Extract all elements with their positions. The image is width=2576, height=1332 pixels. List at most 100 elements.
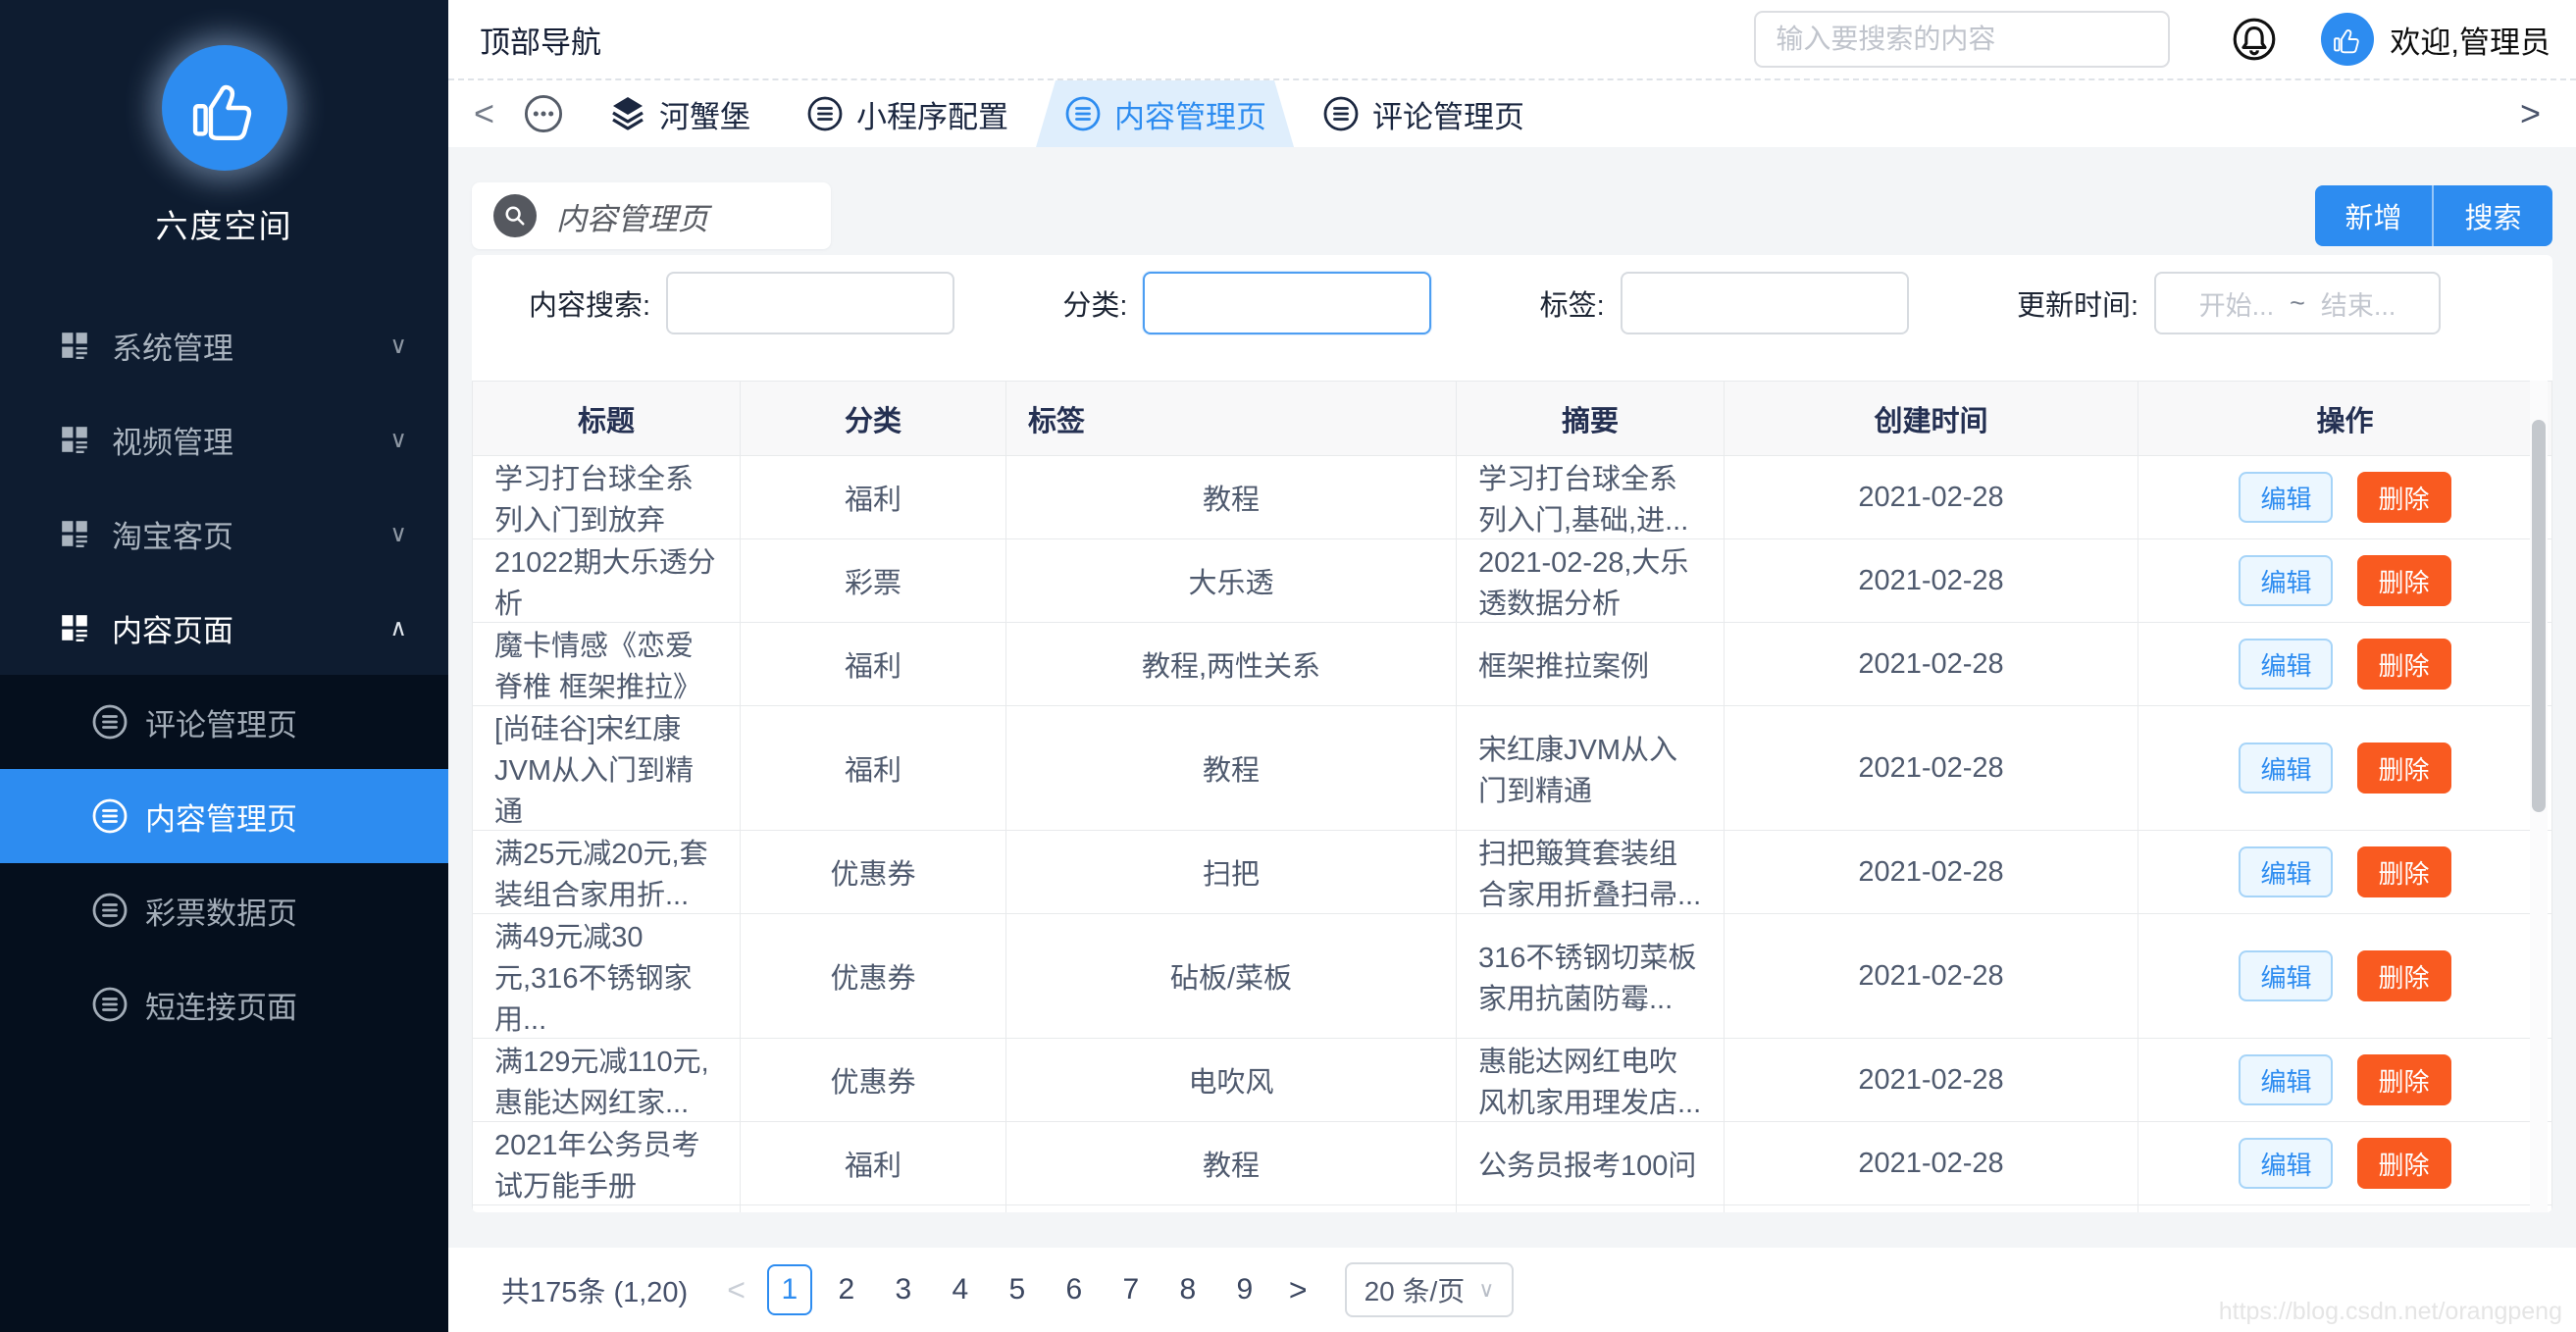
page-title: 内容管理页 xyxy=(556,194,708,238)
cell-created: 2021-02-28 xyxy=(1725,623,2138,706)
user-avatar[interactable] xyxy=(2321,13,2374,66)
cell-summary: 学习打台球全系列入门,基础,进... xyxy=(1457,456,1725,539)
tabs-more-icon[interactable] xyxy=(522,92,565,135)
cell-actions: 编辑 删除 xyxy=(2138,1122,2552,1205)
delete-button[interactable]: 删除 xyxy=(2357,1138,2451,1189)
table-row: 满129元减110元,惠能达网红家... 优惠券 电吹风 惠能达网红电吹风机家用… xyxy=(473,1039,2552,1122)
sidebar-menu-item[interactable]: 视频管理 ∨ ∧ xyxy=(0,392,448,487)
date-range-input[interactable]: 开始... ~ 结束... xyxy=(2154,272,2441,334)
chevron-down-icon: ∨ xyxy=(1478,1277,1494,1303)
circled-list-icon xyxy=(805,94,845,133)
page-number[interactable]: 6 xyxy=(1052,1264,1097,1315)
tabs: 河蟹堡 小程序配置 内容管理页 xyxy=(581,80,1552,147)
edit-button[interactable]: 编辑 xyxy=(2239,1054,2333,1105)
search-button[interactable]: 搜索 xyxy=(2434,185,2552,246)
edit-button[interactable]: 编辑 xyxy=(2239,1138,2333,1189)
cell-tag: 教程 xyxy=(1006,1205,1457,1213)
cell-title: 满49元减30元,316不锈钢家用... xyxy=(473,914,741,1039)
tabs-scroll-left[interactable]: < xyxy=(462,96,506,131)
page-number[interactable]: 5 xyxy=(995,1264,1040,1315)
delete-button[interactable]: 删除 xyxy=(2357,950,2451,1001)
page-number[interactable]: 1 xyxy=(767,1264,812,1315)
table-row: 魔卡情感《恋爱脊椎 框架推拉》 福利 教程,两性关系 框架推拉案例 2021-0… xyxy=(473,623,2552,706)
tab-label: 评论管理页 xyxy=(1372,92,1524,136)
sidebar-menu-item[interactable]: 系统管理 ∨ ∧ xyxy=(0,298,448,392)
table-row: 满25元减20元,套装组合家用折... 优惠券 扫把 扫把簸箕套装组合家用折叠扫… xyxy=(473,831,2552,914)
cell-summary: 课程针对和谐方向人工智能、we... xyxy=(1457,1205,1725,1213)
content-search-input[interactable] xyxy=(666,272,954,334)
filter-row: 内容搜索: 分类: 标签: 更新时间: 开始... xyxy=(472,271,2552,335)
tab[interactable]: 河蟹堡 xyxy=(581,80,778,147)
add-button[interactable]: 新增 xyxy=(2315,185,2434,246)
global-search-input[interactable] xyxy=(1754,11,2170,68)
tab[interactable]: 小程序配置 xyxy=(778,80,1036,147)
page-title-panel: 内容管理页 xyxy=(472,182,831,249)
category-label: 分类: xyxy=(1062,282,1127,324)
sidebar-menu-item[interactable]: 淘宝客页 ∨ ∧ xyxy=(0,487,448,581)
edit-button[interactable]: 编辑 xyxy=(2239,472,2333,523)
sidebar-menu-item[interactable]: 内容页面 ∨ ∧ xyxy=(0,581,448,675)
edit-button[interactable]: 编辑 xyxy=(2239,846,2333,897)
cell-created: 2021-02-28 xyxy=(1725,539,2138,623)
page-number[interactable]: 2 xyxy=(824,1264,869,1315)
delete-button[interactable]: 删除 xyxy=(2357,743,2451,794)
pagination-prev[interactable]: < xyxy=(711,1272,761,1308)
category-input[interactable] xyxy=(1143,272,1431,334)
page-size-select[interactable]: 20 条/页 ∨ xyxy=(1345,1262,1515,1317)
delete-button[interactable]: 删除 xyxy=(2357,472,2451,523)
layers-icon xyxy=(608,94,647,133)
cell-created: 2021-02-28 xyxy=(1725,706,2138,831)
pagination-next[interactable]: > xyxy=(1273,1272,1323,1308)
cell-category: 优惠券 xyxy=(741,831,1006,914)
app-root: 六度空间 系统管理 ∨ ∧ 视频管理 ∨ ∧ xyxy=(0,0,2576,1332)
workspace-header-row: 内容管理页 新增 搜索 xyxy=(472,182,2552,249)
table-row: [尚硅谷]宋红康JVM从入门到精通 福利 教程 宋红康JVM从入门到精通 202… xyxy=(473,706,2552,831)
table-scrollbar-thumb[interactable] xyxy=(2532,420,2546,812)
sidebar-menu: 系统管理 ∨ ∧ 视频管理 ∨ ∧ 淘宝客页 ∨ ∧ xyxy=(0,298,448,675)
tab[interactable]: 内容管理页 xyxy=(1036,80,1294,147)
sidebar-submenu-item[interactable]: 评论管理页 xyxy=(0,675,448,769)
sidebar-submenu-item[interactable]: 彩票数据页 xyxy=(0,863,448,957)
circled-list-icon xyxy=(90,702,129,742)
delete-button[interactable]: 删除 xyxy=(2357,1054,2451,1105)
edit-button[interactable]: 编辑 xyxy=(2239,743,2333,794)
delete-button[interactable]: 删除 xyxy=(2357,846,2451,897)
cell-category: 彩票 xyxy=(741,539,1006,623)
cell-title: 2021年公务员考试万能手册 xyxy=(473,1122,741,1205)
edit-button[interactable]: 编辑 xyxy=(2239,950,2333,1001)
cell-actions: 编辑 删除 xyxy=(2138,623,2552,706)
grid-icon xyxy=(59,518,90,549)
menu-item-label: 淘宝客页 xyxy=(112,512,233,556)
sidebar-submenu-item[interactable]: 内容管理页 xyxy=(0,769,448,863)
filter-update-time: 更新时间: 开始... ~ 结束... xyxy=(2017,272,2441,334)
tab[interactable]: 评论管理页 xyxy=(1294,80,1552,147)
menu-item-label: 内容页面 xyxy=(112,606,233,650)
filter-content-search: 内容搜索: xyxy=(529,272,954,334)
tag-input[interactable] xyxy=(1621,272,1909,334)
edit-button[interactable]: 编辑 xyxy=(2239,555,2333,606)
menu-item-label: 视频管理 xyxy=(112,418,233,462)
app-logo[interactable] xyxy=(162,45,287,171)
submenu-item-label: 短连接页面 xyxy=(145,983,297,1027)
sidebar-submenu-item[interactable]: 短连接页面 xyxy=(0,957,448,1051)
page-number[interactable]: 8 xyxy=(1165,1264,1211,1315)
page-number[interactable]: 9 xyxy=(1222,1264,1267,1315)
submenu-item-label: 彩票数据页 xyxy=(145,889,297,933)
cell-created: 2021-02-28 xyxy=(1725,456,2138,539)
page-number[interactable]: 3 xyxy=(881,1264,926,1315)
submenu-item-label: 内容管理页 xyxy=(145,794,297,839)
notification-bell-icon[interactable] xyxy=(2231,16,2278,63)
table-row: 2020黑马Python5.0教程 福利 教程 课程针对和谐方向人工智能、we.… xyxy=(473,1205,2552,1213)
cell-title: 满129元减110元,惠能达网红家... xyxy=(473,1039,741,1122)
delete-button[interactable]: 删除 xyxy=(2357,639,2451,690)
sidebar: 六度空间 系统管理 ∨ ∧ 视频管理 ∨ ∧ xyxy=(0,0,448,1332)
cell-actions: 编辑 删除 xyxy=(2138,456,2552,539)
delete-button[interactable]: 删除 xyxy=(2357,555,2451,606)
page-number[interactable]: 4 xyxy=(938,1264,983,1315)
column-header: 操作 xyxy=(2138,382,2552,456)
edit-button[interactable]: 编辑 xyxy=(2239,639,2333,690)
tabs-scroll-right[interactable]: > xyxy=(2508,96,2552,131)
page-number[interactable]: 7 xyxy=(1108,1264,1154,1315)
chevron-up-icon: ∧ xyxy=(389,614,407,642)
circled-list-icon xyxy=(90,796,129,836)
